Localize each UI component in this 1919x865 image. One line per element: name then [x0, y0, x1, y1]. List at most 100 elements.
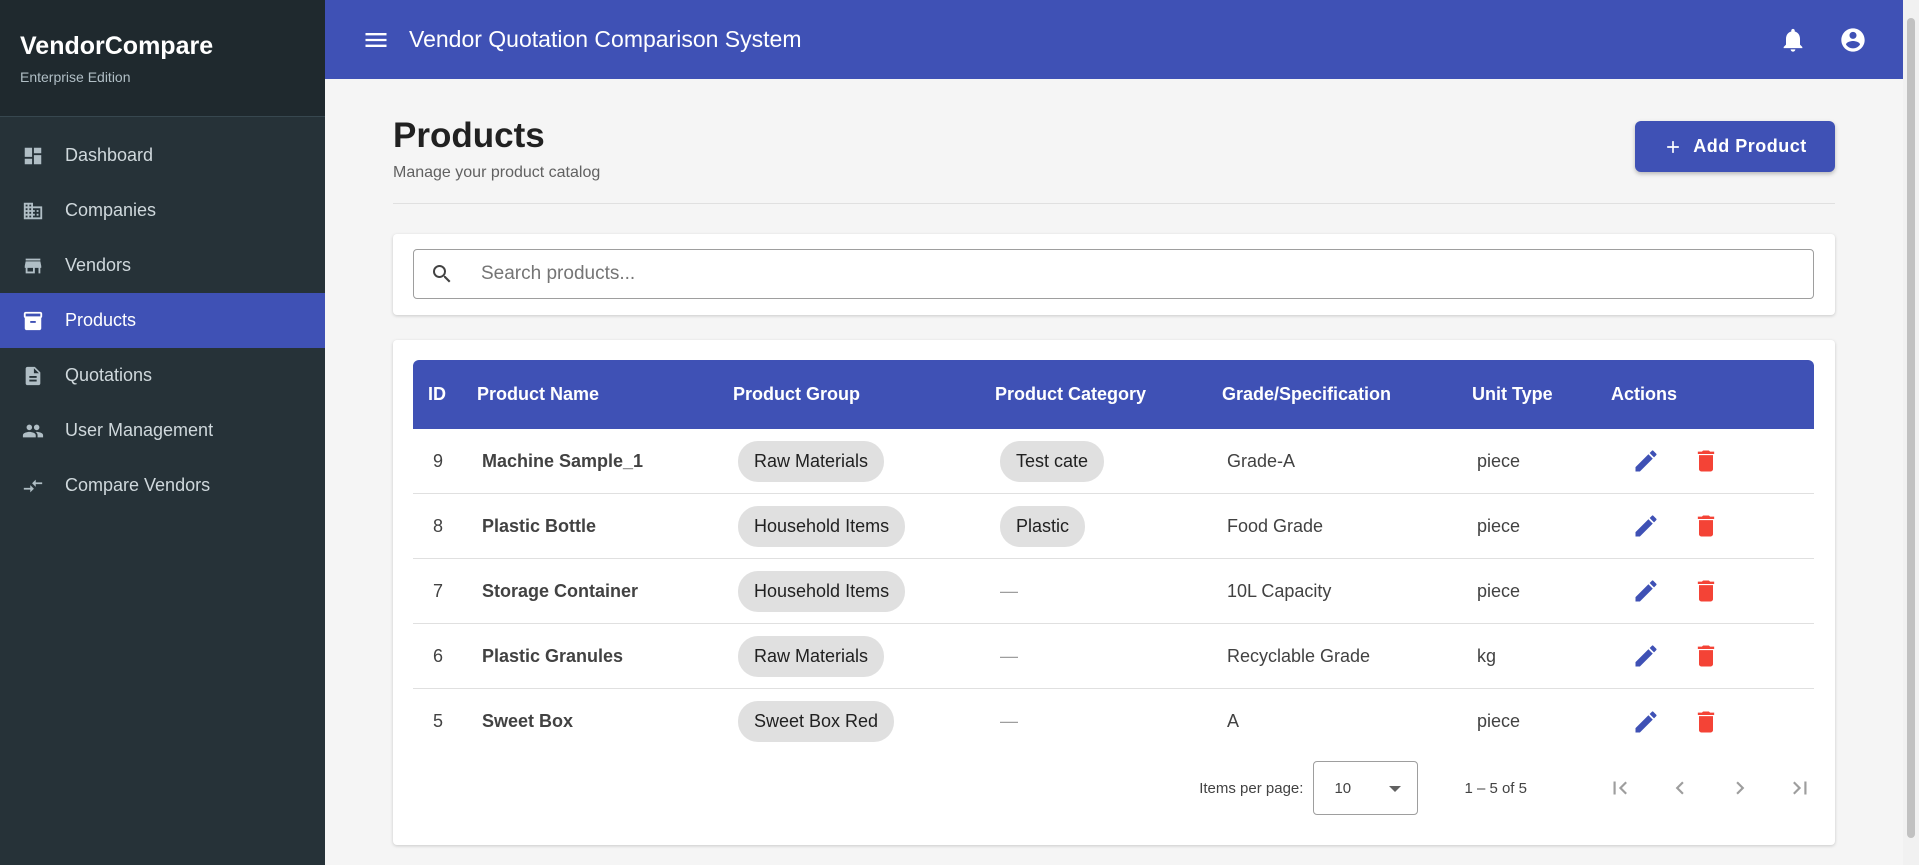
page-subtitle: Manage your product catalog	[393, 164, 601, 181]
dropdown-arrow-icon	[1389, 786, 1402, 792]
cell-id: 7	[433, 580, 444, 601]
header-unit-type[interactable]: Unit Type	[1472, 384, 1611, 405]
first-page-icon[interactable]	[1605, 773, 1635, 803]
cell-id: 8	[433, 515, 444, 536]
empty-category: —	[1000, 580, 1018, 601]
sidebar: VendorCompare Enterprise Edition Dashboa…	[0, 0, 325, 865]
search-field[interactable]	[413, 249, 1814, 299]
menu-icon[interactable]	[361, 25, 391, 55]
search-input[interactable]	[481, 263, 1781, 285]
cell-actions	[1611, 707, 1814, 737]
cell-actions	[1611, 511, 1814, 541]
cell-product-group: Raw Materials	[733, 440, 995, 482]
cell-product-name: Plastic Granules	[482, 645, 624, 666]
cell-product-group: Raw Materials	[733, 635, 995, 677]
next-page-icon[interactable]	[1725, 773, 1755, 803]
cell-product-group: Household Items	[733, 505, 995, 547]
items-per-page-label: Items per page:	[1199, 779, 1304, 797]
group-chip: Raw Materials	[738, 635, 885, 677]
items-per-page-select[interactable]: 10	[1313, 761, 1419, 815]
edit-icon[interactable]	[1631, 707, 1661, 737]
cell-grade: Grade-A	[1227, 450, 1296, 471]
empty-category: —	[1000, 645, 1018, 666]
cell-product-group: Sweet Box Red	[733, 701, 995, 742]
cell-unit-type: piece	[1477, 580, 1521, 601]
header-grade[interactable]: Grade/Specification	[1222, 384, 1472, 405]
cell-unit-type: kg	[1477, 645, 1497, 666]
group-chip: Household Items	[738, 570, 906, 612]
header-id[interactable]: ID	[413, 384, 477, 405]
add-icon	[1667, 140, 1680, 153]
brand-subtitle: Enterprise Edition	[20, 69, 131, 85]
edit-icon[interactable]	[1631, 641, 1661, 671]
edit-icon[interactable]	[1631, 576, 1661, 606]
top-app-bar: Vendor Quotation Comparison System	[325, 0, 1903, 79]
scrollbar-thumb[interactable]	[1907, 18, 1915, 838]
compare-arrows-icon	[22, 475, 44, 497]
delete-icon[interactable]	[1691, 707, 1721, 737]
inventory-icon	[22, 310, 44, 332]
previous-page-icon[interactable]	[1665, 773, 1695, 803]
table-row[interactable]: 8 Plastic Bottle Household Items Plastic…	[413, 494, 1814, 559]
table-row[interactable]: 5 Sweet Box Sweet Box Red — A piece	[413, 689, 1814, 754]
last-page-icon[interactable]	[1785, 773, 1815, 803]
sidebar-item-label: Dashboard	[65, 145, 154, 165]
delete-icon[interactable]	[1691, 576, 1721, 606]
edit-icon[interactable]	[1631, 446, 1661, 476]
header-product-name[interactable]: Product Name	[477, 384, 733, 405]
cell-product-name: Sweet Box	[482, 711, 574, 731]
header-product-group[interactable]: Product Group	[733, 384, 995, 405]
header-product-category[interactable]: Product Category	[995, 384, 1222, 405]
table-header: ID Product Name Product Group Product Ca…	[413, 360, 1814, 429]
sidebar-item-label: Companies	[65, 200, 157, 220]
sidebar-item-label: User Management	[65, 420, 214, 440]
dashboard-icon	[22, 145, 44, 167]
cell-id: 9	[433, 450, 444, 471]
description-icon	[22, 365, 44, 387]
vertical-scrollbar[interactable]	[1903, 0, 1919, 865]
store-icon	[22, 255, 44, 277]
brand-title: VendorCompare	[20, 32, 214, 60]
cell-product-name: Machine Sample_1	[482, 450, 644, 471]
sidebar-item-companies[interactable]: Companies	[0, 183, 325, 238]
account-circle-icon[interactable]	[1838, 25, 1868, 55]
cell-unit-type: piece	[1477, 515, 1521, 536]
cell-unit-type: piece	[1477, 450, 1521, 471]
sidebar-item-quotations[interactable]: Quotations	[0, 348, 325, 403]
sidebar-item-vendors[interactable]: Vendors	[0, 238, 325, 293]
empty-category: —	[1000, 711, 1018, 731]
search-icon	[433, 265, 451, 283]
sidebar-nav: Dashboard Companies Vendors Products Quo…	[0, 128, 325, 513]
cell-unit-type: piece	[1477, 711, 1521, 731]
add-product-label: Add Product	[1693, 136, 1807, 156]
products-table: ID Product Name Product Group Product Ca…	[413, 360, 1814, 754]
cell-grade: A	[1227, 711, 1240, 731]
paginator: Items per page: 10 1 – 5 of 5	[1199, 760, 1815, 816]
notifications-icon[interactable]	[1778, 25, 1808, 55]
top-actions	[1748, 25, 1868, 55]
sidebar-item-user-management[interactable]: User Management	[0, 403, 325, 458]
group-chip: Sweet Box Red	[738, 701, 895, 742]
category-chip: Plastic	[1000, 505, 1086, 547]
table-row[interactable]: 7 Storage Container Household Items — 10…	[413, 559, 1814, 624]
table-row[interactable]: 9 Machine Sample_1 Raw Materials Test ca…	[413, 429, 1814, 494]
cell-product-category: —	[995, 581, 1222, 602]
cell-product-name: Storage Container	[482, 580, 639, 601]
delete-icon[interactable]	[1691, 511, 1721, 541]
cell-id: 6	[433, 645, 444, 666]
sidebar-item-products[interactable]: Products	[0, 293, 325, 348]
add-product-button[interactable]: Add Product	[1635, 121, 1835, 172]
page-range: 1 – 5 of 5	[1464, 779, 1527, 797]
delete-icon[interactable]	[1691, 446, 1721, 476]
page-header: Products Manage your product catalog Add…	[393, 79, 1835, 204]
group-chip: Household Items	[738, 505, 906, 547]
delete-icon[interactable]	[1691, 641, 1721, 671]
sidebar-item-dashboard[interactable]: Dashboard	[0, 128, 325, 183]
page-title: Products	[393, 116, 545, 155]
main-content: Products Manage your product catalog Add…	[393, 79, 1835, 845]
cell-product-category: —	[995, 711, 1222, 732]
sidebar-item-compare-vendors[interactable]: Compare Vendors	[0, 458, 325, 513]
edit-icon[interactable]	[1631, 511, 1661, 541]
table-row[interactable]: 6 Plastic Granules Raw Materials — Recyc…	[413, 624, 1814, 689]
sidebar-item-label: Compare Vendors	[65, 475, 211, 495]
